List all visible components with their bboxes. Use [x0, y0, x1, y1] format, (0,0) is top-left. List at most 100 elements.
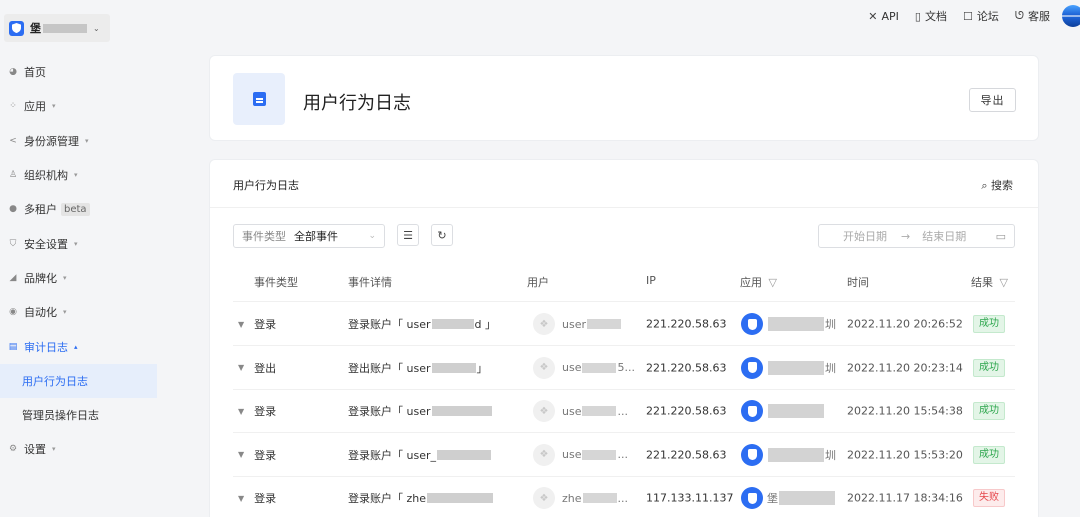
- user-avatar-icon: ❖: [533, 400, 555, 422]
- sidebar-item[interactable]: ⛉ 安全设置 ▾: [0, 226, 157, 260]
- tenant-name-redacted: [43, 23, 87, 33]
- sidebar-item[interactable]: ⁘ 应用 ▾: [0, 89, 157, 123]
- redacted: [582, 362, 617, 373]
- expand-icon[interactable]: ▼: [238, 320, 244, 329]
- app-cell[interactable]: 圳: [741, 443, 836, 466]
- sidebar-item[interactable]: < 身份源管理 ▾: [0, 124, 157, 158]
- event-type: 登录: [254, 448, 277, 462]
- sidebar-subitem[interactable]: 用户行为日志: [0, 363, 157, 398]
- refresh-icon: ↻: [437, 228, 447, 242]
- table-row[interactable]: ▼ 登录 登录账户「 user_ ❖ use ... 221.220.58.63…: [233, 434, 1015, 477]
- event-cell[interactable]: ▼ 登出: [238, 360, 276, 376]
- top-bar: ✕ API ▯ 文档 ☐ 论坛 ᘎ 客服: [852, 0, 1080, 32]
- redacted: [582, 406, 617, 416]
- expand-icon[interactable]: ▼: [238, 494, 244, 503]
- card-title: 用户行为日志: [233, 179, 299, 192]
- sidebar-item[interactable]: ◕ 首页: [0, 55, 157, 89]
- forum-link[interactable]: ☐ 论坛: [963, 8, 999, 24]
- status-badge: 成功: [973, 445, 1005, 464]
- col-result[interactable]: 结果 ▽: [971, 274, 1008, 290]
- sidebar-item-label: 首页: [24, 66, 46, 80]
- expand-icon[interactable]: ▼: [238, 407, 244, 416]
- user-cell[interactable]: ❖ use ...: [533, 443, 628, 466]
- event-cell[interactable]: ▼ 登录: [238, 403, 276, 419]
- date-start-input[interactable]: 开始日期: [843, 228, 887, 244]
- date-range-picker[interactable]: 开始日期 → 结束日期 ▭: [818, 224, 1015, 248]
- sidebar-subitem[interactable]: 管理员操作日志: [0, 398, 157, 432]
- chevron-icon: ▾: [63, 308, 67, 317]
- user-avatar[interactable]: [1062, 5, 1080, 27]
- result-cell: 成功: [973, 402, 1005, 420]
- column-settings-button[interactable]: ☰: [397, 224, 419, 246]
- api-icon: ✕: [868, 9, 878, 23]
- user-cell[interactable]: ❖ zhe ...: [533, 487, 628, 509]
- chevron-icon: ▾: [74, 171, 78, 180]
- grid-icon: ⁘: [9, 101, 17, 112]
- app-logo-icon: [741, 400, 763, 422]
- col-app[interactable]: 应用 ▽: [740, 274, 777, 290]
- support-link[interactable]: ᘎ 客服: [1015, 8, 1050, 24]
- col-user: 用户: [527, 276, 549, 289]
- sidebar-item[interactable]: ▤ 审计日志 ▴: [0, 329, 157, 363]
- event-cell[interactable]: ▼ 登录: [238, 316, 276, 332]
- docs-link[interactable]: ▯ 文档: [915, 8, 947, 24]
- table-header: 事件类型 事件详情 用户 IP 应用 ▽ 时间 结果 ▽: [233, 260, 1015, 302]
- user-login: use: [562, 361, 582, 374]
- redacted: [768, 404, 824, 418]
- ip-cell: 221.220.58.63: [646, 317, 727, 331]
- app-cell[interactable]: 圳: [741, 313, 836, 335]
- user-login: use: [562, 448, 582, 461]
- filter-icon[interactable]: ▽: [769, 276, 777, 289]
- sidebar-item-label: 多租户: [24, 203, 57, 217]
- comment-icon: ☐: [962, 9, 973, 23]
- table-row[interactable]: ▼ 登出 登出账户「 user 」 ❖ use 5... 221.220.58.…: [233, 347, 1015, 390]
- redacted: [437, 449, 491, 460]
- brand-icon: ◢: [9, 272, 17, 283]
- user-cell[interactable]: ❖ user: [533, 313, 622, 335]
- export-button[interactable]: 导出: [969, 88, 1016, 112]
- sidebar-nav: ◕ 首页 ⁘ 应用 ▾ < 身份源管理 ▾ ♙ 组织机构 ▾ ● 多租户 bet…: [0, 55, 157, 467]
- user-avatar-icon: ❖: [533, 443, 555, 466]
- ip-cell: 117.133.11.137: [646, 491, 734, 505]
- table-row[interactable]: ▼ 登录 登录账户「 user d 」 ❖ user 221.220.58.63…: [233, 303, 1015, 346]
- event-cell[interactable]: ▼ 登录: [238, 447, 276, 463]
- chevron-down-icon: ▾: [52, 445, 56, 454]
- sidebar-item-label: 身份源管理: [24, 134, 79, 148]
- time-cell: 2022.11.20 15:54:38: [847, 404, 963, 418]
- filter-icon[interactable]: ▽: [1000, 276, 1008, 289]
- sidebar-item-settings[interactable]: ⚙ 设置 ▾: [0, 432, 157, 466]
- table-row[interactable]: ▼ 登录 登录账户「 user ❖ use ... 221.220.58.63: [233, 390, 1015, 433]
- event-type-label: 事件类型: [242, 230, 286, 243]
- sidebar-item[interactable]: ◢ 品牌化 ▾: [0, 261, 157, 295]
- sidebar-item[interactable]: ♙ 组织机构 ▾: [0, 158, 157, 192]
- app-cell[interactable]: [741, 400, 825, 422]
- app-cell[interactable]: 圳: [741, 356, 836, 379]
- sidebar-item[interactable]: ◉ 自动化 ▾: [0, 295, 157, 329]
- table-row[interactable]: ▼ 登录 登录账户「 zhe ❖ zhe ... 117.133.11.137 …: [233, 477, 1015, 517]
- result-cell: 成功: [973, 315, 1005, 333]
- expand-icon[interactable]: ▼: [238, 450, 244, 459]
- time-cell: 2022.11.20 20:23:14: [847, 361, 963, 374]
- event-type-select[interactable]: 事件类型 全部事件 ⌄: [233, 224, 385, 248]
- date-end-input[interactable]: 结束日期: [922, 228, 966, 244]
- event-cell[interactable]: ▼ 登录: [238, 490, 276, 506]
- detail-text: 登出账户「 user: [348, 361, 431, 375]
- page-header-card: 用户行为日志 导出: [209, 55, 1039, 141]
- search-button[interactable]: ⌕ 搜索: [981, 177, 1013, 193]
- app-logo-icon: [741, 487, 763, 509]
- api-link[interactable]: ✕ API: [868, 10, 899, 23]
- api-label: API: [881, 9, 899, 23]
- user-avatar-icon: ❖: [533, 487, 555, 509]
- user-cell[interactable]: ❖ use 5...: [533, 356, 635, 379]
- redacted: [768, 317, 824, 331]
- expand-icon[interactable]: ▼: [238, 363, 244, 372]
- user-suffix: ...: [617, 404, 628, 418]
- refresh-button[interactable]: ↻: [431, 224, 453, 246]
- user-cell[interactable]: ❖ use ...: [533, 400, 628, 422]
- sidebar-item-label: 安全设置: [24, 237, 68, 251]
- divider: [210, 207, 1038, 208]
- tenant-switcher[interactable]: 堡 ⌄: [4, 14, 110, 42]
- redacted: [431, 362, 476, 373]
- sidebar-item[interactable]: ● 多租户 beta: [0, 192, 157, 226]
- app-cell[interactable]: 堡: [741, 487, 836, 509]
